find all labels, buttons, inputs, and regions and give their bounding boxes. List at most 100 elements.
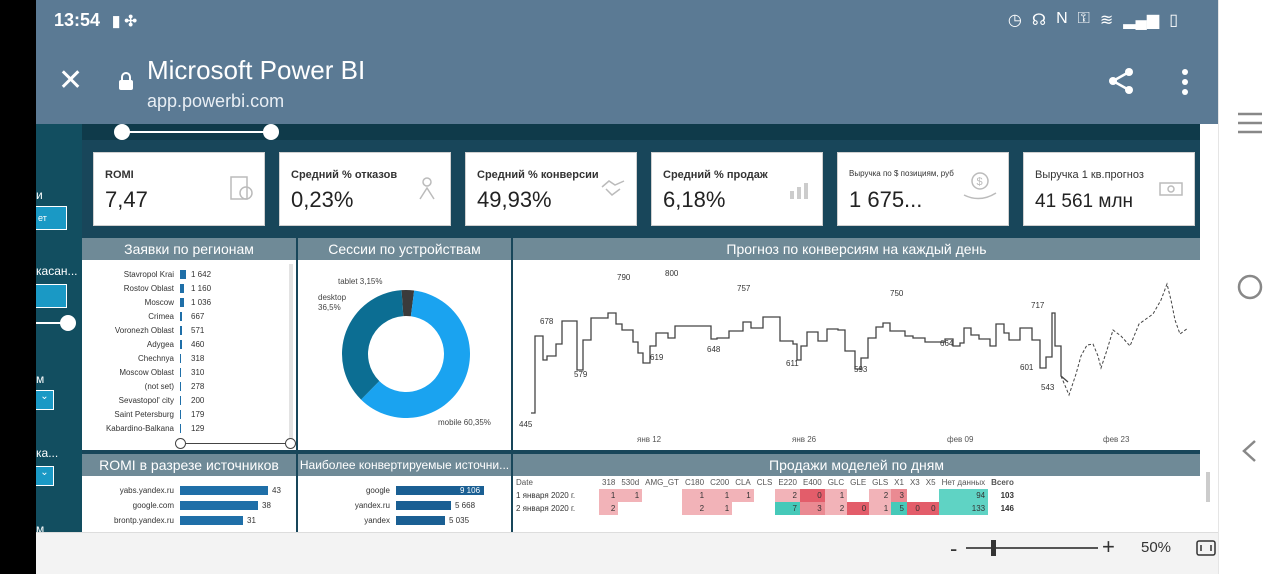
recent-apps-icon[interactable] <box>1235 108 1265 138</box>
table-cell <box>754 502 776 515</box>
region-row[interactable]: (not set) 278 <box>82 380 282 394</box>
column-header[interactable]: X5 <box>923 476 939 489</box>
region-row[interactable]: Sevastopol' city 200 <box>82 394 282 408</box>
wifi-icon: ≋ <box>1099 12 1114 29</box>
region-label: Chechnya <box>137 354 174 363</box>
more-menu-icon[interactable] <box>1182 68 1188 96</box>
back-icon[interactable] <box>1235 436 1265 466</box>
scrollbar[interactable] <box>289 264 293 444</box>
region-label: Moscow Oblast <box>119 368 174 377</box>
zoom-in-button[interactable]: + <box>1102 534 1115 560</box>
sidebar-label: ка... <box>36 446 59 460</box>
table-cell <box>907 489 923 502</box>
source-row[interactable]: yandex 5 035 <box>298 514 498 528</box>
chevron-down-icon[interactable]: ⌄ <box>36 390 54 410</box>
source-value: 9 106 <box>460 486 481 495</box>
table-cell: 1 <box>599 489 619 502</box>
column-header[interactable]: 318 <box>599 476 618 489</box>
column-header[interactable]: GLS <box>869 476 891 489</box>
source-row[interactable]: yabs.yandex.ru 43 <box>82 484 282 498</box>
column-header[interactable]: Нет данных <box>939 476 989 489</box>
sidebar-filter-box[interactable]: ет <box>36 206 67 230</box>
range-slider-end-handle[interactable] <box>285 438 296 449</box>
table-cell: 0 <box>847 502 870 515</box>
column-header[interactable]: E220 <box>775 476 800 489</box>
column-header[interactable]: X3 <box>907 476 923 489</box>
source-row[interactable]: google 9 106 <box>298 484 498 498</box>
region-row[interactable]: Stavropol Krai 1 642 <box>82 268 282 282</box>
region-label: Saint Petersburg <box>114 410 174 419</box>
region-row[interactable]: Saint Petersburg 179 <box>82 408 282 422</box>
scrollbar[interactable] <box>1206 472 1210 502</box>
table-cell: 1 января 2020 г. <box>516 491 576 500</box>
close-icon[interactable]: ✕ <box>58 66 83 96</box>
column-header[interactable]: GLE <box>847 476 869 489</box>
source-bar <box>180 501 258 510</box>
column-header[interactable]: E400 <box>800 476 825 489</box>
region-row[interactable]: Voronezh Oblast 571 <box>82 324 282 338</box>
romi-sources-chart: yabs.yandex.ru 43 google.com 38 brontp.yande… <box>82 476 296 532</box>
kpi-value: 1 675... <box>849 187 923 212</box>
browser-screen: 13:54 ▮ ✣ ◷ ☊ N ⚿ ≋ ▂▄▆ ▯ ✕ Microsoft Po… <box>36 0 1218 574</box>
region-row[interactable]: Moscow 1 036 <box>82 296 282 310</box>
source-row[interactable]: yandex.ru 5 668 <box>298 499 498 513</box>
column-header[interactable]: CLA <box>732 476 754 489</box>
fit-to-page-icon[interactable] <box>1196 539 1216 557</box>
region-value: 318 <box>191 354 205 363</box>
column-header[interactable]: C180 <box>682 476 707 489</box>
forecast-predicted-line[interactable] <box>1060 282 1189 397</box>
table-cell: 0 <box>800 489 825 502</box>
region-value: 460 <box>191 340 205 349</box>
banknote-icon <box>1159 182 1183 196</box>
forecast-chart: 445 678 579 790 619 800 648 757 611 593 750 664 601 7… <box>513 260 1200 450</box>
forecast-actual-line[interactable] <box>531 312 1069 414</box>
region-bar <box>180 368 181 377</box>
share-icon[interactable] <box>1106 66 1136 96</box>
donut-slice-desktop[interactable] <box>342 290 404 400</box>
column-header[interactable]: Date <box>513 476 599 489</box>
region-bar <box>180 340 182 349</box>
status-icons: ◷ ☊ N ⚿ ≋ ▂▄▆ ▯ <box>1008 10 1178 30</box>
region-row[interactable]: Adygea 460 <box>82 338 282 352</box>
phone-screen: 13:54 ▮ ✣ ◷ ☊ N ⚿ ≋ ▂▄▆ ▯ ✕ Microsoft Po… <box>0 0 1280 574</box>
column-header[interactable]: AMG_GT <box>642 476 682 489</box>
region-row[interactable]: Kabardino-Balkana 129 <box>82 422 282 436</box>
region-row[interactable]: Chechnya 318 <box>82 352 282 366</box>
source-row[interactable]: google.com 38 <box>82 499 282 513</box>
battery-icon: ▯ <box>1169 12 1178 29</box>
region-row[interactable]: Rostov Oblast 1 160 <box>82 282 282 296</box>
region-row[interactable]: Moscow Oblast 310 <box>82 366 282 380</box>
range-slider-start-handle[interactable] <box>175 438 186 449</box>
region-value: 310 <box>191 368 205 377</box>
source-label: yandex <box>364 516 390 525</box>
table-row[interactable]: 1 января 2020 г. 1 1 1 1 1 2 0 1 2 3 94 103 <box>513 489 1017 502</box>
column-header[interactable]: CLS <box>754 476 776 489</box>
key-icon: ⚿ <box>1077 10 1090 27</box>
slider-handle[interactable] <box>60 315 76 331</box>
table-row[interactable]: 2 января 2020 г. 2 2 1 7 3 2 0 1 5 0 0 133 146 <box>513 502 1017 515</box>
column-header[interactable]: GLC <box>825 476 847 489</box>
column-header[interactable]: Всего <box>988 476 1017 489</box>
column-header[interactable]: X1 <box>891 476 907 489</box>
region-label: Sevastopol' city <box>118 396 174 405</box>
zoom-slider-handle[interactable] <box>991 540 996 556</box>
column-header[interactable]: C200 <box>707 476 732 489</box>
home-icon[interactable] <box>1235 272 1265 302</box>
forecast-data-label: 800 <box>665 269 679 278</box>
column-header[interactable]: 530d <box>618 476 642 489</box>
date-slider-end-handle[interactable] <box>263 124 279 140</box>
region-value: 667 <box>191 312 205 321</box>
forecast-x-tick: янв 12 <box>637 435 662 444</box>
region-row[interactable]: Crimea 667 <box>82 310 282 324</box>
sidebar-filter-box[interactable] <box>36 284 67 308</box>
date-slider-start-handle[interactable] <box>114 124 130 140</box>
region-value: 571 <box>191 326 205 335</box>
region-label: Kabardino-Balkana <box>105 424 174 433</box>
source-value: 38 <box>262 501 271 510</box>
top-filter-strip <box>82 124 1200 140</box>
dashboard-canvas: ROMI 7,47 Средний % отказов 0,23% Средни… <box>82 124 1200 532</box>
source-row[interactable]: brontp.yandex.ru 31 <box>82 514 282 528</box>
table-cell: 7 <box>775 502 800 515</box>
chevron-down-icon[interactable]: ⌄ <box>36 466 54 486</box>
zoom-out-button[interactable]: - <box>950 536 957 562</box>
